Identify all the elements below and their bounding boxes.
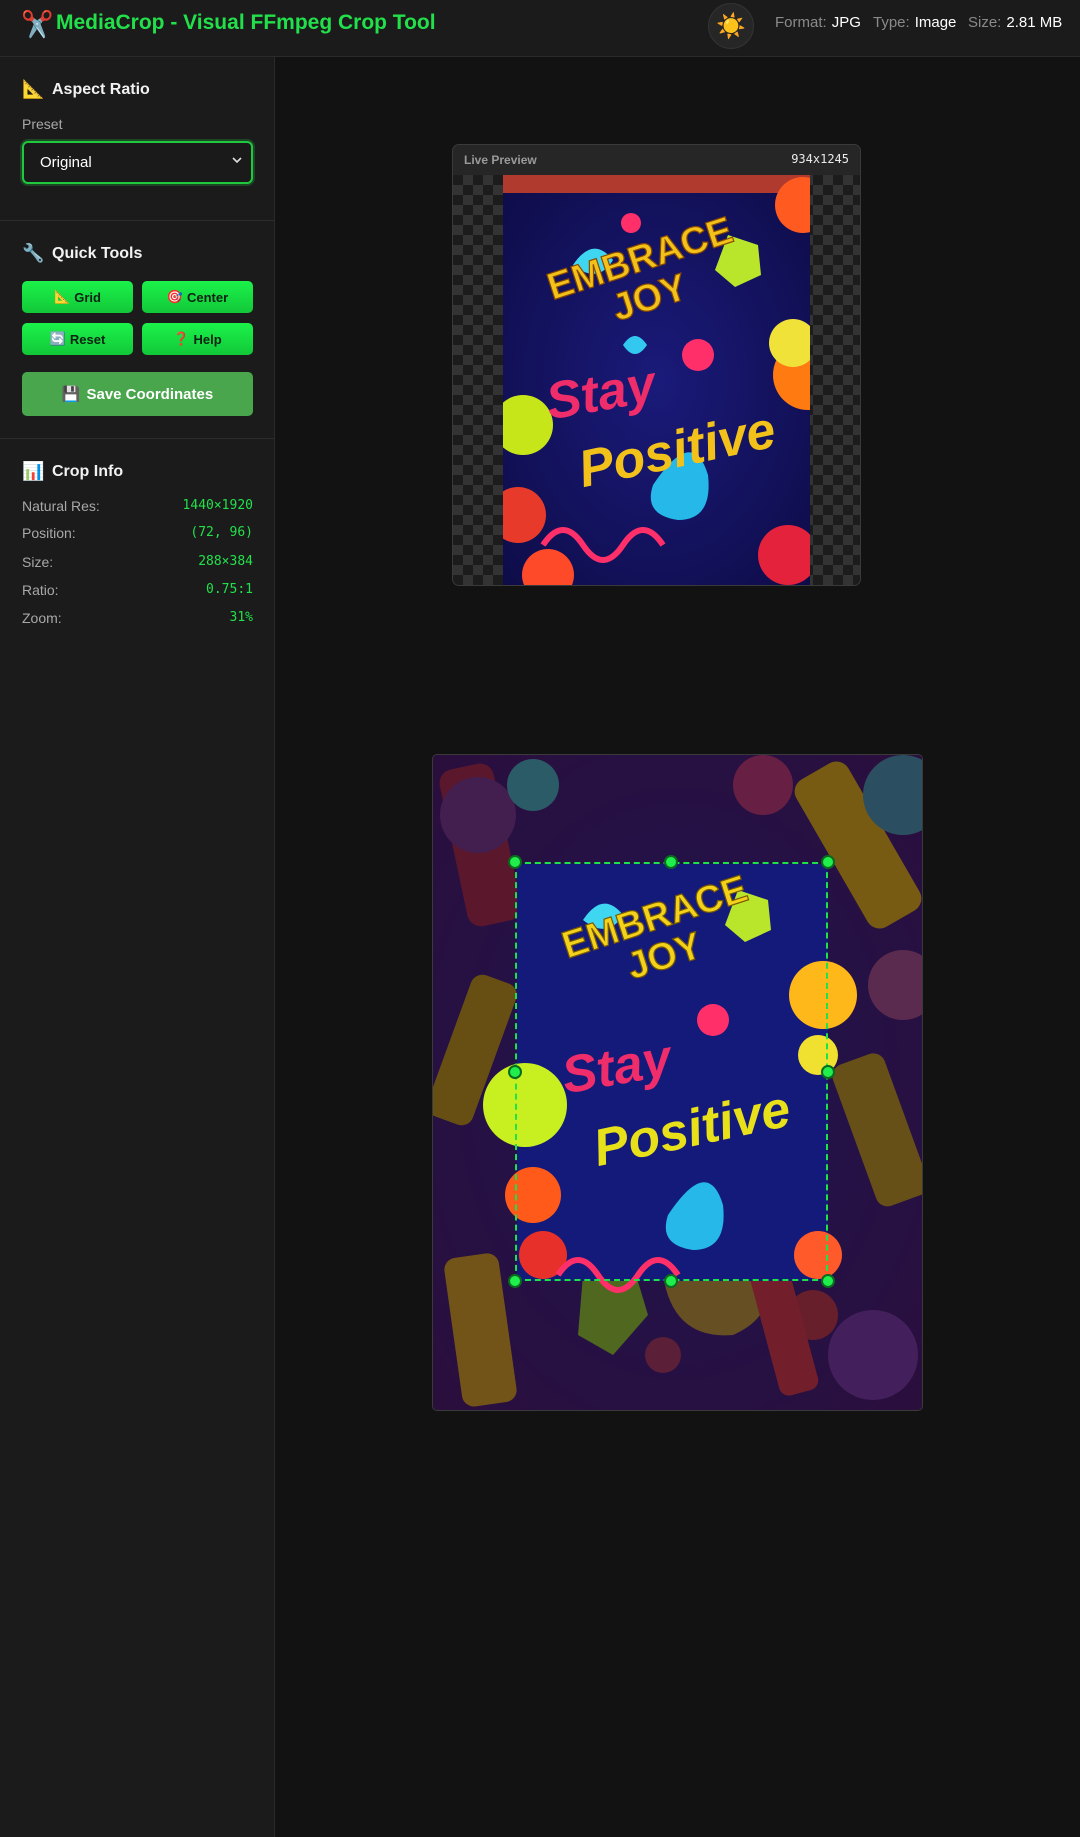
center-button-label: Center [187,289,229,305]
crop-handle-bottom-left[interactable] [508,1274,522,1288]
info-label: Zoom: [22,610,62,626]
info-value: 31% [229,610,253,625]
preview-header: Live Preview 934x1245 [453,145,860,175]
grid-button-label: Grid [74,289,101,305]
info-label: Position: [22,525,76,541]
triangle-ruler-icon: 📐 [54,289,71,304]
reset-button[interactable]: 🔄 Reset [22,323,133,355]
info-row-size: Size: 288×384 [22,554,253,574]
info-label: Natural Res: [22,498,100,514]
crop-handle-top-right[interactable] [821,855,835,869]
triangle-ruler-icon: 📐 [22,79,45,99]
chevron-down-icon [231,154,243,169]
crop-handle-left[interactable] [508,1065,522,1079]
size-value: 2.81 MB [1006,14,1063,31]
aspect-ratio-title: Aspect Ratio [52,80,150,98]
quick-tools-heading: 🔧 Quick Tools [22,243,142,264]
info-row-position: Position: (72, 96) [22,525,253,545]
question-icon: ❓ [173,331,190,346]
info-label: Ratio: [22,582,59,598]
type-label: Type: [873,14,910,31]
preset-selected-value: Original [40,154,92,171]
type-value: Image [914,14,957,31]
sun-icon: ☀️ [716,12,746,40]
preview-label: Live Preview [464,153,537,167]
crop-handle-top-left[interactable] [508,855,522,869]
bar-chart-icon: 📊 [22,461,45,481]
format-meta: Format: JPG [775,14,861,31]
quick-tools-title: Quick Tools [52,244,143,262]
target-icon: 🎯 [166,289,183,304]
preview-image: EMBRACE JOY Stay Positive [503,175,810,585]
live-preview-panel: Live Preview 934x1245 EMBRACE JOY Stay P… [452,144,861,586]
type-meta: Type: Image [873,14,956,31]
theme-toggle-button[interactable]: ☀️ [708,3,754,49]
info-value: (72, 96) [190,525,253,540]
info-row-natural-res: Natural Res: 1440×1920 [22,498,253,518]
info-value: 288×384 [198,554,253,569]
preview-dimensions: 934x1245 [791,152,849,166]
save-coordinates-button[interactable]: 💾 Save Coordinates [22,372,253,416]
preset-select[interactable]: Original [22,141,253,184]
crop-handle-top[interactable] [664,855,678,869]
divider [0,220,275,221]
refresh-icon: 🔄 [49,331,66,346]
info-label: Size: [22,554,54,570]
info-row-zoom: Zoom: 31% [22,610,253,630]
info-value: 0.75:1 [206,582,253,597]
format-value: JPG [831,14,861,31]
crop-info-title: Crop Info [52,462,124,480]
wrench-icon: 🔧 [22,243,45,263]
crop-handle-bottom[interactable] [664,1274,678,1288]
crop-handle-bottom-right[interactable] [821,1274,835,1288]
format-label: Format: [775,14,827,31]
reset-button-label: Reset [69,331,106,347]
info-row-ratio: Ratio: 0.75:1 [22,582,253,602]
floppy-disk-icon: 💾 [61,386,81,403]
help-button[interactable]: ❓ Help [142,323,253,355]
save-coordinates-label: Save Coordinates [86,385,214,403]
info-value: 1440×1920 [182,498,253,513]
divider [0,438,275,439]
center-button[interactable]: 🎯 Center [142,281,253,313]
size-meta: Size: 2.81 MB [968,14,1062,31]
crop-selection-box[interactable] [515,862,828,1281]
preset-label: Preset [22,116,63,132]
app-title: MediaCrop - Visual FFmpeg Crop Tool [56,11,436,34]
sidebar: 📐 Aspect Ratio Preset Original 🔧 Quick T… [0,57,275,1837]
crop-info-heading: 📊 Crop Info [22,461,123,482]
aspect-ratio-heading: 📐 Aspect Ratio [22,79,150,100]
app-header: ✂️ MediaCrop - Visual FFmpeg Crop Tool ☀… [0,0,1080,57]
crop-handle-right[interactable] [821,1065,835,1079]
size-label: Size: [968,14,1002,31]
preview-artwork: EMBRACE JOY Stay Positive [503,175,810,585]
scissors-icon: ✂️ [21,9,54,39]
grid-button[interactable]: 📐 Grid [22,281,133,313]
help-button-label: Help [193,331,222,347]
